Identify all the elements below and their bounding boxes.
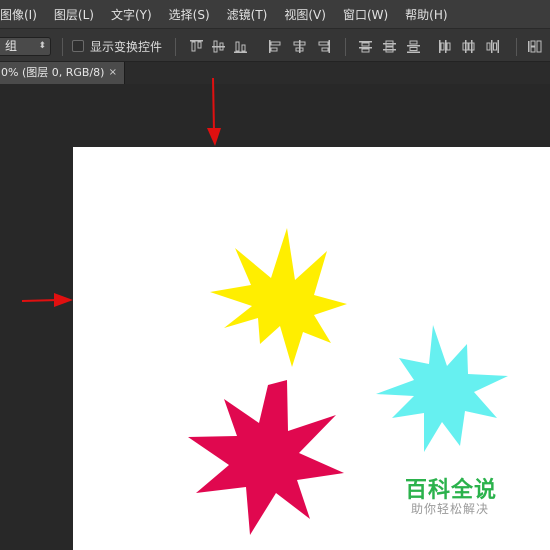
menu-select[interactable]: 选择(S) — [169, 6, 210, 23]
distribute-bottom-edges-icon[interactable] — [406, 39, 421, 54]
menu-view[interactable]: 视图(V) — [284, 6, 326, 23]
menu-image[interactable]: 图像(I) — [0, 6, 37, 23]
menu-window[interactable]: 窗口(W) — [343, 6, 388, 23]
yellow-star-shape[interactable] — [200, 222, 355, 372]
auto-align-layers-icon[interactable] — [527, 39, 542, 54]
align-top-edges-icon[interactable] — [189, 39, 204, 54]
divider — [175, 38, 176, 56]
distribute-right-edges-icon[interactable] — [485, 39, 500, 54]
menu-layer[interactable]: 图层(L) — [54, 6, 94, 23]
annotation-arrow-right-icon — [21, 293, 73, 307]
document-tab-title: 0% (图层 0, RGB/8) — [1, 66, 105, 79]
divider — [516, 38, 517, 56]
menu-type[interactable]: 文字(Y) — [111, 6, 152, 23]
options-bar: 组 ⬍ 显示变换控件 — [0, 28, 550, 62]
dropdown-updown-icon: ⬍ — [38, 41, 46, 51]
document-tab-bar: 0% (图层 0, RGB/8) × — [0, 62, 550, 84]
crimson-star-shape[interactable] — [182, 375, 352, 540]
document-tab[interactable]: 0% (图层 0, RGB/8) × — [0, 62, 125, 84]
align-vertical-centers-icon[interactable] — [211, 39, 226, 54]
annotation-arrow-down-icon — [207, 77, 221, 146]
watermark-subtitle: 助你轻松解决 — [411, 502, 490, 516]
align-bottom-edges-icon[interactable] — [233, 39, 248, 54]
distribute-horizontal-centers-icon[interactable] — [461, 39, 476, 54]
distribute-vertical-centers-icon[interactable] — [382, 39, 397, 54]
align-right-edges-icon[interactable] — [316, 39, 331, 54]
show-transform-checkbox[interactable] — [72, 40, 84, 52]
distribute-left-edges-icon[interactable] — [437, 39, 452, 54]
distribute-top-edges-icon[interactable] — [358, 39, 373, 54]
align-left-edges-icon[interactable] — [268, 39, 283, 54]
divider — [62, 38, 63, 56]
auto-select-dropdown[interactable]: 组 ⬍ — [0, 37, 51, 56]
show-transform-label: 显示变换控件 — [90, 40, 163, 54]
cyan-star-shape[interactable] — [370, 318, 515, 458]
menu-bar: 图像(I) 图层(L) 文字(Y) 选择(S) 滤镜(T) 视图(V) 窗口(W… — [0, 0, 550, 28]
menu-filter[interactable]: 滤镜(T) — [227, 6, 268, 23]
align-horizontal-centers-icon[interactable] — [292, 39, 307, 54]
auto-select-value: 组 — [5, 39, 18, 53]
close-icon[interactable]: × — [109, 62, 117, 84]
divider — [345, 38, 346, 56]
menu-help[interactable]: 帮助(H) — [405, 6, 447, 23]
